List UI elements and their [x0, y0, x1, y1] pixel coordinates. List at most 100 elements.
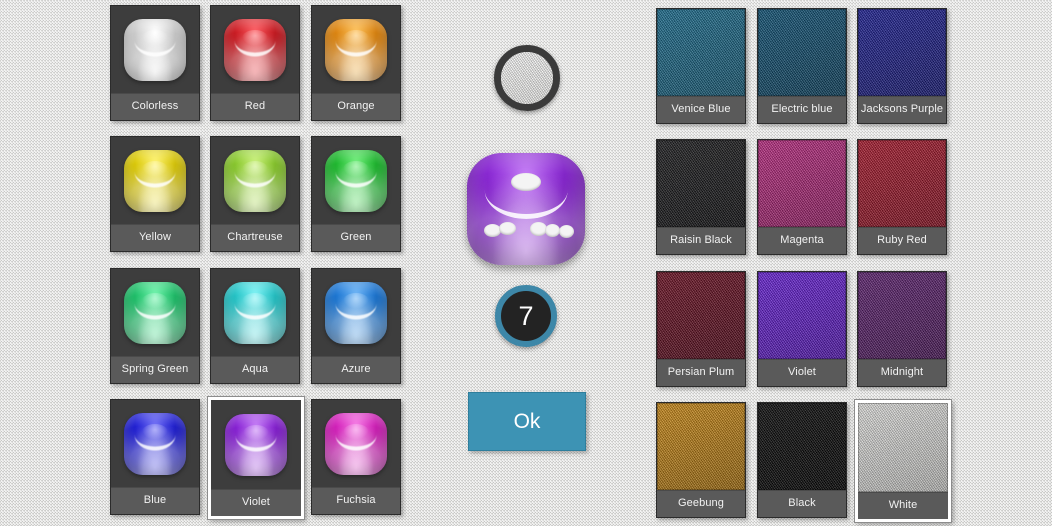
ok-button[interactable]: Ok: [468, 392, 586, 451]
dice-color-swatch[interactable]: [111, 400, 199, 487]
felt-color-swatch[interactable]: [657, 140, 745, 227]
felt-color-label: White: [858, 492, 948, 519]
felt-color-card[interactable]: Persian Plum: [656, 271, 746, 387]
die-icon: [224, 281, 286, 344]
dice-color-label: Orange: [312, 93, 400, 120]
felt-color-card[interactable]: Magenta: [757, 139, 847, 255]
felt-color-swatch[interactable]: [858, 272, 946, 359]
dice-color-swatch[interactable]: [312, 269, 400, 356]
felt-color-swatch[interactable]: [657, 403, 745, 490]
dice-color-swatch[interactable]: [111, 137, 199, 224]
dice-color-card[interactable]: Violet: [208, 397, 304, 519]
die-facet-highlights: [124, 412, 186, 475]
felt-color-label: Violet: [758, 359, 846, 386]
felt-color-swatch[interactable]: [758, 403, 846, 490]
felt-color-swatch[interactable]: [858, 9, 946, 96]
felt-color-label: Ruby Red: [858, 227, 946, 254]
felt-color-card[interactable]: Electric blue: [757, 8, 847, 124]
dice-color-label: Green: [312, 224, 400, 251]
die-pip: [529, 222, 547, 237]
dice-color-swatch[interactable]: [211, 400, 301, 489]
felt-color-swatch[interactable]: [758, 140, 846, 227]
felt-color-label: Jacksons Purple: [858, 96, 946, 123]
dice-color-card[interactable]: Blue: [110, 399, 200, 515]
dice-count-badge[interactable]: 7: [495, 285, 557, 347]
felt-color-label: Midnight: [858, 359, 946, 386]
die-facet-highlights: [124, 149, 186, 212]
die-icon: [124, 149, 186, 212]
felt-color-label: Raisin Black: [657, 227, 745, 254]
felt-color-swatch[interactable]: [758, 272, 846, 359]
ok-button-label: Ok: [513, 409, 541, 433]
die-icon: [124, 18, 186, 81]
dice-color-label: Chartreuse: [211, 224, 299, 251]
dice-settings-screen: Colorless Red Orange Yellow Chartreuse Green S…: [0, 0, 1052, 526]
die-facet-highlights: [225, 413, 287, 476]
dice-color-label: Violet: [211, 489, 301, 516]
die-icon: [124, 412, 186, 475]
dice-color-label: Azure: [312, 356, 400, 383]
die-preview: [463, 146, 589, 272]
die-facet-highlights: [124, 18, 186, 81]
die-icon: [325, 18, 387, 81]
dice-color-swatch[interactable]: [111, 269, 199, 356]
felt-color-swatch[interactable]: [758, 9, 846, 96]
dice-color-swatch[interactable]: [312, 6, 400, 93]
felt-color-card[interactable]: Geebung: [656, 402, 746, 518]
die-facet-highlights: [124, 281, 186, 344]
dice-color-swatch[interactable]: [111, 6, 199, 93]
felt-color-label: Venice Blue: [657, 96, 745, 123]
dice-color-card[interactable]: Colorless: [110, 5, 200, 121]
felt-color-card[interactable]: Midnight: [857, 271, 947, 387]
dice-color-card[interactable]: Yellow: [110, 136, 200, 252]
dice-color-swatch[interactable]: [211, 269, 299, 356]
dice-color-card[interactable]: Orange: [311, 5, 401, 121]
dice-color-label: Blue: [111, 487, 199, 514]
dice-color-label: Yellow: [111, 224, 199, 251]
felt-color-card[interactable]: Jacksons Purple: [857, 8, 947, 124]
die-facet-highlights: [224, 18, 286, 81]
dice-color-swatch[interactable]: [312, 137, 400, 224]
felt-color-card[interactable]: Black: [757, 402, 847, 518]
felt-color-swatch[interactable]: [858, 140, 946, 227]
felt-color-label: Magenta: [758, 227, 846, 254]
felt-color-card[interactable]: Raisin Black: [656, 139, 746, 255]
dice-color-swatch[interactable]: [211, 137, 299, 224]
dice-count-value: 7: [518, 300, 534, 331]
die-pip: [483, 223, 501, 237]
dice-color-label: Fuchsia: [312, 487, 400, 514]
dice-color-label: Red: [211, 93, 299, 120]
dice-color-swatch[interactable]: [211, 6, 299, 93]
die-icon: [325, 149, 387, 212]
felt-color-swatch[interactable]: [657, 9, 745, 96]
dice-color-card[interactable]: Azure: [311, 268, 401, 384]
die-icon: [225, 413, 287, 476]
dice-color-card[interactable]: Fuchsia: [311, 399, 401, 515]
felt-color-card[interactable]: Violet: [757, 271, 847, 387]
dice-color-swatch[interactable]: [312, 400, 400, 487]
die-facet-highlights: [325, 281, 387, 344]
felt-color-card[interactable]: White: [855, 400, 951, 522]
die-pip: [559, 224, 575, 238]
felt-color-card[interactable]: Venice Blue: [656, 8, 746, 124]
dice-color-card[interactable]: Aqua: [210, 268, 300, 384]
dice-color-card[interactable]: Red: [210, 5, 300, 121]
die-pip: [511, 173, 541, 192]
dice-color-label: Colorless: [111, 93, 199, 120]
dice-color-card[interactable]: Spring Green: [110, 268, 200, 384]
die-pip: [544, 223, 560, 237]
die-preview-body: [467, 153, 585, 265]
felt-preview-fill: [501, 52, 553, 104]
felt-color-label: Black: [758, 490, 846, 517]
felt-color-label: Electric blue: [758, 96, 846, 123]
felt-color-card[interactable]: Ruby Red: [857, 139, 947, 255]
felt-color-swatch[interactable]: [858, 403, 948, 492]
die-icon: [224, 18, 286, 81]
felt-color-swatch[interactable]: [657, 272, 745, 359]
dice-color-card[interactable]: Chartreuse: [210, 136, 300, 252]
felt-preview-circle: [494, 45, 560, 111]
dice-color-card[interactable]: Green: [311, 136, 401, 252]
felt-color-label: Persian Plum: [657, 359, 745, 386]
dice-color-label: Spring Green: [111, 356, 199, 383]
die-icon: [224, 149, 286, 212]
